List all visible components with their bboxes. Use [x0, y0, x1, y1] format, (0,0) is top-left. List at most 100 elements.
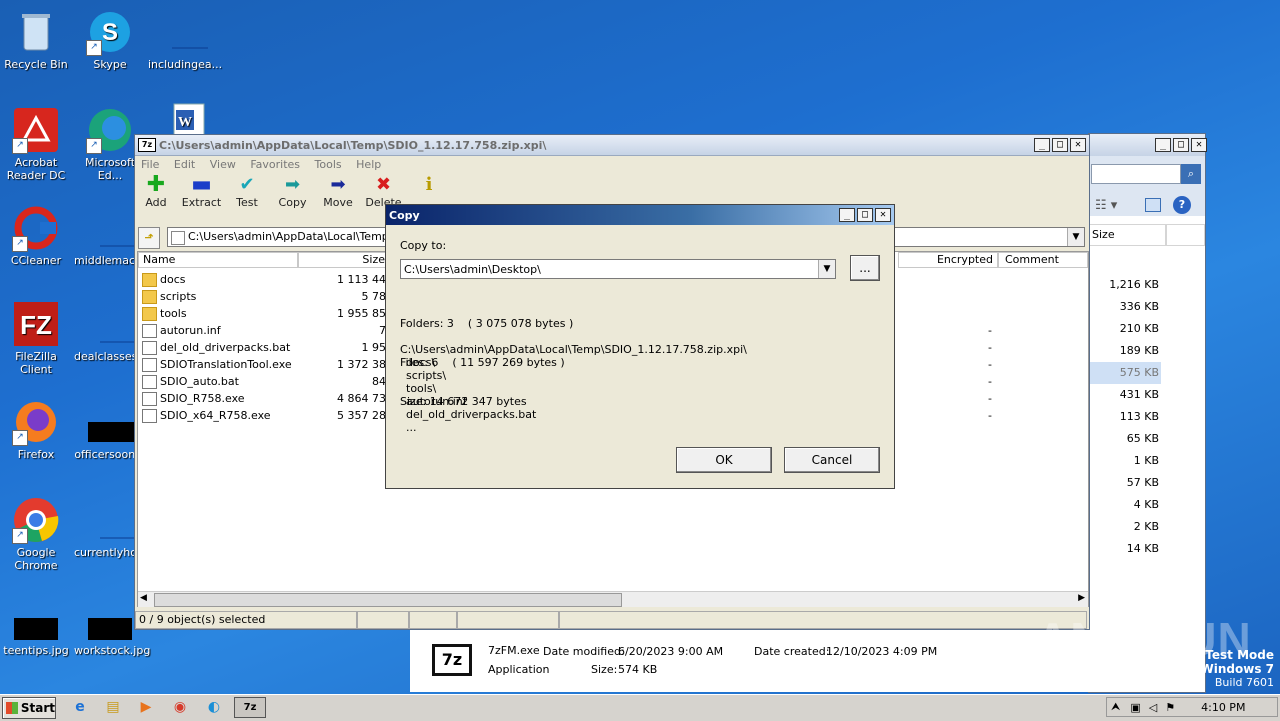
address-dropdown-icon[interactable]: ▼	[1067, 228, 1084, 246]
maximize-button[interactable]: □	[1052, 138, 1068, 152]
shortcut-arrow-icon: ↗	[86, 138, 102, 154]
explorer-size-cell[interactable]: 4 KB	[1089, 494, 1161, 516]
maximize-button[interactable]: □	[857, 208, 873, 222]
explorer-size-cell[interactable]: 65 KB	[1089, 428, 1161, 450]
explorer-taskbar-icon[interactable]: ▤	[99, 696, 127, 718]
desktop-icon-filezilla[interactable]: FZ FileZilla Client	[0, 300, 72, 376]
browse-button[interactable]: ...	[850, 255, 880, 281]
test-button[interactable]: ✔ Test	[226, 174, 268, 209]
clock[interactable]: 4:10 PM	[1201, 701, 1245, 714]
menu-file[interactable]: File	[141, 158, 159, 171]
menu-view[interactable]: View	[210, 158, 236, 171]
explorer-size-cell[interactable]: 2 KB	[1089, 516, 1161, 538]
desktop-icon-acrobat[interactable]: ↗ Acrobat Reader DC	[0, 106, 72, 182]
7zip-taskbar-button[interactable]: 7z	[234, 697, 266, 718]
explorer-size-cell[interactable]: 113 KB	[1089, 406, 1161, 428]
scroll-right-icon[interactable]: ▶	[1078, 593, 1085, 603]
details-created-label: Date created:	[754, 645, 830, 658]
menu-help[interactable]: Help	[356, 158, 381, 171]
edge-taskbar-icon[interactable]: ◐	[200, 696, 228, 718]
desktop-icon-skype[interactable]: S ↗ Skype	[74, 8, 146, 71]
help-icon[interactable]: ?	[1173, 196, 1191, 214]
folder-icon	[171, 231, 185, 245]
scroll-left-icon[interactable]: ◀	[140, 593, 147, 603]
7zip-app-icon: 7z	[138, 138, 156, 152]
network-icon[interactable]: ▣	[1130, 701, 1140, 714]
explorer-search-box[interactable]	[1091, 164, 1181, 184]
menu-edit[interactable]: Edit	[174, 158, 195, 171]
explorer-size-cell[interactable]: 1 KB	[1089, 450, 1161, 472]
close-button[interactable]: ✕	[875, 208, 891, 222]
status-bar: 0 / 9 object(s) selected	[135, 611, 1089, 629]
minimize-button[interactable]: _	[1155, 138, 1171, 152]
explorer-size-cell[interactable]: 336 KB	[1089, 296, 1161, 318]
move-button[interactable]: ➡ Move	[317, 174, 359, 209]
shortcut-arrow-icon: ↗	[12, 430, 28, 446]
file-size: 1 95	[361, 341, 387, 354]
copy-dialog[interactable]: Copy _ □ ✕ Copy to: C:\Users\admin\Deskt…	[385, 204, 895, 489]
add-button[interactable]: ✚ Add	[135, 174, 177, 210]
volume-icon[interactable]: ◁	[1149, 701, 1157, 714]
flag-icon[interactable]: ⚑	[1165, 701, 1175, 714]
maximize-button[interactable]: □	[1173, 138, 1189, 152]
desktop-icon-includingea[interactable]: includingea...	[148, 8, 222, 71]
explorer-size-cell[interactable]: 1,216 KB	[1089, 274, 1161, 296]
close-button[interactable]: ✕	[1191, 138, 1207, 152]
shortcut-arrow-icon: ↗	[12, 236, 28, 252]
destination-combobox[interactable]: C:\Users\admin\Desktop\ ▼	[400, 259, 836, 279]
preview-pane-icon[interactable]	[1145, 198, 1161, 212]
explorer-size-cell[interactable]: 189 KB	[1089, 340, 1161, 362]
combobox-dropdown-icon[interactable]: ▼	[818, 260, 835, 278]
up-folder-button[interactable]: ⬏	[138, 227, 160, 249]
explorer-size-cell[interactable]: 14 KB	[1089, 538, 1161, 560]
os-label: Windows 7	[1200, 662, 1274, 676]
tray-expand-icon[interactable]: ⮝	[1111, 700, 1120, 714]
copy-button[interactable]: ➡ Copy	[272, 174, 314, 209]
menu-tools[interactable]: Tools	[315, 158, 342, 171]
info-icon: i	[425, 174, 433, 195]
cancel-button[interactable]: Cancel	[784, 447, 880, 473]
address-text: C:\Users\admin\AppData\Local\Temp\SDI	[188, 230, 412, 243]
ie-taskbar-icon[interactable]: e	[66, 696, 94, 718]
acrobat-icon: ↗	[12, 106, 60, 154]
explorer-size-cell[interactable]: 210 KB	[1089, 318, 1161, 340]
view-options-icon[interactable]: ☷ ▾	[1095, 198, 1117, 213]
menu-favorites[interactable]: Favorites	[250, 158, 300, 171]
scrollbar-thumb[interactable]	[154, 593, 622, 607]
info-button[interactable]: i	[408, 174, 450, 196]
details-filename: 7zFM.exe	[488, 644, 540, 657]
file-icon	[142, 375, 157, 389]
column-encrypted[interactable]: Encrypted	[898, 252, 998, 268]
file-icon	[142, 392, 157, 406]
file-size: 1 113 44	[337, 273, 386, 286]
horizontal-scrollbar[interactable]: ◀ ▶	[138, 591, 1088, 607]
desktop-icon-recycle-bin[interactable]: Recycle Bin	[0, 8, 72, 71]
desktop-icon-teentips[interactable]: teentips.jpg	[0, 596, 72, 657]
details-modified-value: 6/20/2023 9:00 AM	[618, 645, 724, 658]
chrome-taskbar-icon[interactable]: ◉	[166, 696, 194, 718]
desktop-icon-firefox[interactable]: ↗ Firefox	[0, 398, 72, 461]
extract-button[interactable]: ▬ Extract	[181, 174, 223, 210]
media-player-taskbar-icon[interactable]: ▶	[132, 696, 160, 718]
explorer-size-cell[interactable]: 57 KB	[1089, 472, 1161, 494]
explorer-size-cell[interactable]: 431 KB	[1089, 384, 1161, 406]
column-comment[interactable]: Comment	[998, 252, 1088, 268]
desktop-icon-ccleaner[interactable]: ↗ CCleaner	[0, 204, 72, 267]
move-arrow-icon: ➡	[330, 174, 346, 195]
ok-button[interactable]: OK	[676, 447, 772, 473]
desktop-icon-chrome[interactable]: ↗ Google Chrome	[0, 496, 72, 572]
close-button[interactable]: ✕	[1070, 138, 1086, 152]
delete-x-icon: ✖	[375, 174, 392, 195]
start-button[interactable]: Start	[2, 697, 56, 719]
minimize-button[interactable]: _	[1034, 138, 1050, 152]
explorer-size-cell[interactable]: 575 KB	[1089, 362, 1161, 384]
column-name[interactable]: Name	[138, 252, 298, 268]
test-mode-text: Test Mode Windows 7 Build 7601	[1201, 648, 1274, 690]
file-encrypted: -	[988, 409, 992, 422]
column-size[interactable]: Size	[298, 252, 388, 268]
explorer-window[interactable]: _ □ ✕ ⌕ ☷ ▾ ? Size 1,216 KB 336 KB 210 KB 1…	[1088, 133, 1207, 693]
column-header-extra[interactable]	[1165, 224, 1205, 246]
size-column-header[interactable]: Size	[1089, 224, 1167, 246]
search-icon[interactable]: ⌕	[1181, 164, 1201, 184]
minimize-button[interactable]: _	[839, 208, 855, 222]
